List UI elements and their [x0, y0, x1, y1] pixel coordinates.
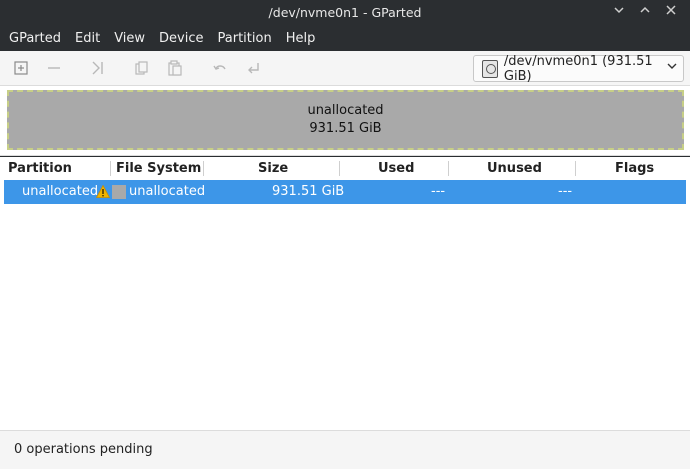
partition-table: Partition File System Size Used Unused F…: [0, 157, 690, 430]
column-separator: [575, 161, 576, 176]
partition-map: unallocated 931.51 GiB: [0, 86, 690, 156]
map-block-size: 931.51 GiB: [309, 121, 382, 136]
close-button[interactable]: [664, 4, 678, 18]
column-separator: [448, 161, 449, 176]
chevron-down-icon: [667, 60, 677, 74]
menu-gparted[interactable]: GParted: [2, 26, 68, 51]
paste-icon: [168, 60, 182, 76]
new-partition-button[interactable]: [12, 59, 30, 77]
column-separator: [203, 161, 204, 176]
title-bar: /dev/nvme0n1 - GParted: [0, 0, 690, 26]
filesystem-color-swatch: [112, 185, 126, 199]
map-block-label: unallocated: [307, 103, 384, 118]
undo-icon: [213, 65, 226, 70]
paste-button[interactable]: [166, 59, 184, 77]
copy-button[interactable]: [133, 59, 151, 77]
undo-button[interactable]: [211, 59, 229, 77]
table-row[interactable]: unallocated unallocated 931.51 GiB --- -…: [4, 180, 686, 204]
warning-icon: [96, 185, 110, 198]
harddisk-icon: [482, 59, 498, 78]
close-icon: [666, 5, 676, 15]
cell-filesystem: unallocated: [129, 184, 206, 199]
device-selector[interactable]: /dev/nvme0n1 (931.51 GiB): [473, 53, 684, 84]
menu-view[interactable]: View: [107, 26, 152, 51]
unallocated-block[interactable]: unallocated 931.51 GiB: [7, 90, 684, 150]
col-unused[interactable]: Unused: [487, 161, 542, 176]
cell-used: ---: [431, 184, 446, 199]
minimize-icon: [614, 7, 624, 14]
col-used[interactable]: Used: [378, 161, 414, 176]
resize-move-button[interactable]: [88, 59, 106, 77]
menu-edit[interactable]: Edit: [68, 26, 107, 51]
column-separator: [110, 161, 111, 176]
menu-partition[interactable]: Partition: [211, 26, 279, 51]
resize-move-icon: [92, 61, 103, 75]
col-size[interactable]: Size: [258, 161, 288, 176]
column-separator: [339, 161, 340, 176]
cell-size: 931.51 GiB: [272, 184, 345, 199]
new-icon: [14, 61, 28, 75]
col-partition[interactable]: Partition: [8, 161, 72, 176]
minimize-button[interactable]: [612, 4, 626, 18]
maximize-button[interactable]: [638, 4, 652, 18]
operations-pending-label: 0 operations pending: [14, 442, 153, 457]
maximize-icon: [640, 6, 650, 13]
device-label: /dev/nvme0n1 (931.51 GiB): [503, 53, 653, 84]
menu-device[interactable]: Device: [152, 26, 210, 51]
delete-icon: [48, 67, 60, 69]
delete-partition-button[interactable]: [45, 59, 63, 77]
copy-icon: [135, 61, 148, 75]
menu-bar: GParted Edit View Device Partition Help: [0, 26, 690, 51]
apply-icon: [248, 63, 259, 74]
apply-button[interactable]: [244, 59, 262, 77]
status-bar: 0 operations pending: [0, 430, 690, 469]
toolbar: /dev/nvme0n1 (931.51 GiB): [0, 51, 690, 86]
gparted-window: /dev/nvme0n1 - GParted GParted Edit View…: [0, 0, 690, 469]
table-header: Partition File System Size Used Unused F…: [0, 157, 690, 180]
cell-unused: ---: [558, 184, 573, 199]
col-filesystem[interactable]: File System: [116, 161, 201, 176]
col-flags[interactable]: Flags: [615, 161, 654, 176]
cell-partition: unallocated: [22, 184, 99, 199]
menu-help[interactable]: Help: [279, 26, 323, 51]
window-title: /dev/nvme0n1 - GParted: [268, 5, 422, 20]
